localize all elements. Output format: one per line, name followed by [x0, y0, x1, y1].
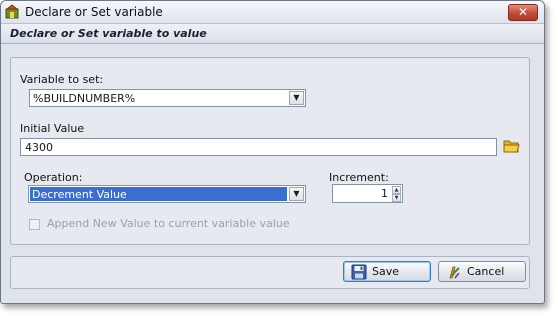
- increment-value: 1: [381, 187, 388, 200]
- increment-stepper[interactable]: 1 ▲ ▼: [332, 184, 403, 203]
- cancel-button[interactable]: Cancel: [438, 261, 526, 282]
- header-title: Declare or Set variable to value: [10, 27, 207, 40]
- floppy-disk-icon: [351, 264, 367, 280]
- save-button-label: Save: [372, 265, 400, 278]
- title-bar[interactable]: Declare or Set variable ✕: [1, 1, 544, 24]
- cancel-button-label: Cancel: [467, 265, 505, 278]
- dialog-header: Declare or Set variable to value: [1, 24, 544, 44]
- initial-value-input[interactable]: 4300: [20, 138, 497, 156]
- initial-value-text: 4300: [25, 141, 53, 154]
- close-button[interactable]: ✕: [508, 4, 538, 21]
- chevron-down-icon[interactable]: ▼: [289, 91, 304, 105]
- chevron-down-icon[interactable]: ▼: [289, 187, 304, 201]
- close-icon: ✕: [517, 5, 529, 19]
- append-checkbox[interactable]: [29, 219, 40, 230]
- stepper-up-icon[interactable]: ▲: [392, 186, 401, 194]
- window-title: Declare or Set variable: [25, 5, 163, 19]
- folder-icon[interactable]: [502, 137, 521, 155]
- variable-select-value: %BUILDNUMBER%: [33, 92, 136, 105]
- stepper-down-icon[interactable]: ▼: [392, 194, 401, 202]
- cancel-icon: [449, 266, 460, 279]
- save-button[interactable]: Save: [343, 261, 431, 282]
- initial-value-label: Initial Value: [20, 122, 85, 135]
- operation-label: Operation:: [24, 171, 83, 184]
- increment-label: Increment:: [329, 171, 389, 184]
- append-checkbox-label: Append New Value to current variable val…: [47, 217, 290, 230]
- operation-selection-highlight: Decrement Value: [30, 187, 287, 201]
- operation-select-value: Decrement Value: [32, 188, 127, 201]
- app-icon: [5, 4, 19, 19]
- dialog-window: Declare or Set variable ✕ Declare or Set…: [0, 0, 545, 304]
- variable-select[interactable]: %BUILDNUMBER% ▼: [29, 89, 306, 107]
- variable-label: Variable to set:: [20, 73, 104, 86]
- button-bar: Save Cancel: [10, 256, 530, 289]
- settings-panel: Variable to set: %BUILDNUMBER% ▼ Initial…: [10, 57, 530, 245]
- operation-select[interactable]: Decrement Value ▼: [28, 185, 306, 203]
